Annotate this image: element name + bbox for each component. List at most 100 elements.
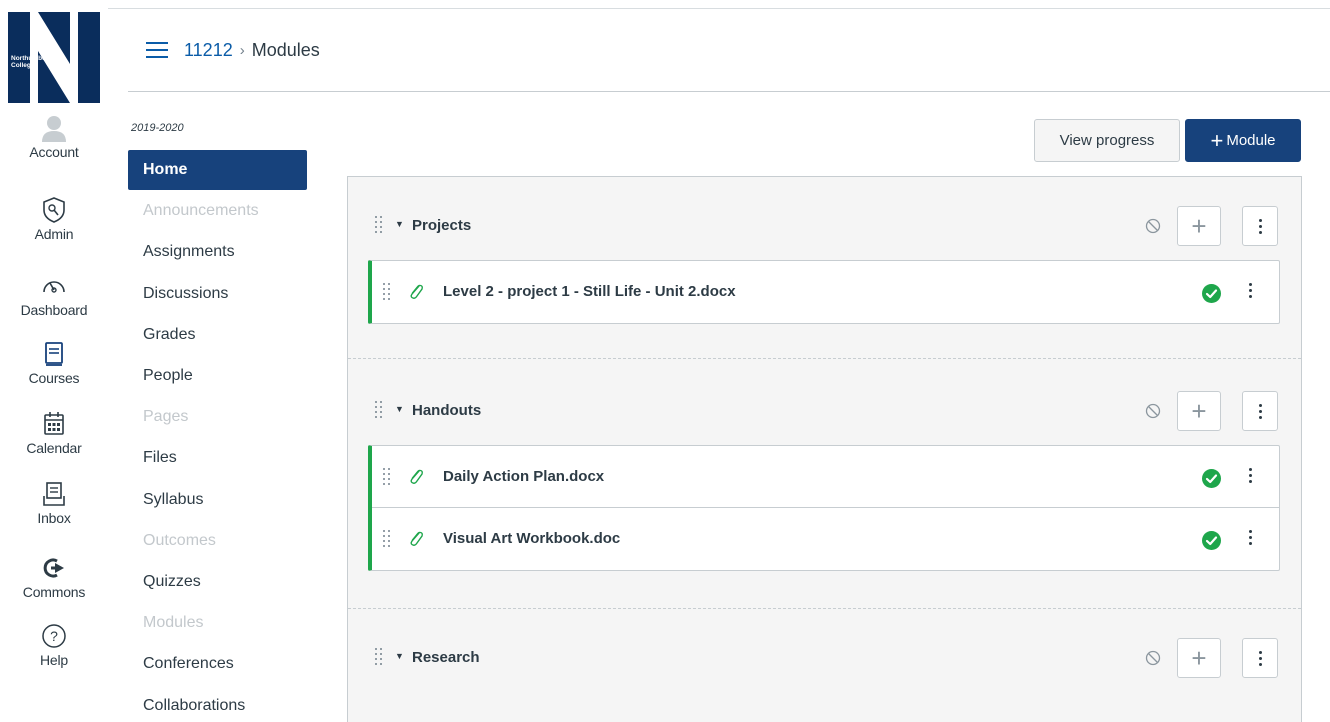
kebab-menu-icon [1258, 218, 1262, 234]
module-options-button[interactable] [1242, 206, 1278, 246]
course-nav-pages: Pages [143, 408, 189, 426]
module-item-row[interactable]: Daily Action Plan.docx [372, 446, 1279, 508]
inbox-icon [43, 482, 65, 506]
module-item-title[interactable]: Level 2 - project 1 - Still Life - Unit … [443, 283, 736, 300]
drag-handle-icon[interactable] [375, 401, 385, 419]
add-module-label: Module [1226, 132, 1276, 149]
course-nav-quizzes[interactable]: Quizzes [128, 562, 307, 602]
paperclip-icon [410, 284, 423, 299]
published-check-icon[interactable] [1202, 469, 1221, 488]
module-options-button[interactable] [1242, 391, 1278, 431]
course-nav-modules: Modules [143, 614, 204, 632]
course-nav-syllabus[interactable]: Syllabus [128, 480, 307, 520]
global-nav-help[interactable]: ? Help [0, 622, 108, 668]
admin-shield-icon [43, 197, 65, 223]
course-term: 2019-2020 [131, 122, 184, 134]
collapse-caret-icon[interactable]: ▼ [395, 404, 404, 414]
svg-text:?: ? [50, 628, 58, 644]
global-nav-commons[interactable]: Commons [0, 554, 108, 600]
modules-area: ▼ Projects + Level 2 - project 1 - Still Li… [347, 176, 1302, 722]
course-nav-outcomes: Outcomes [143, 531, 216, 549]
page-header: 11212 › Modules [128, 0, 1330, 92]
module-item-list: Level 2 - project 1 - Still Life - Unit … [368, 260, 1280, 324]
view-progress-button[interactable]: View progress [1034, 119, 1180, 162]
module-item-title[interactable]: Daily Action Plan.docx [443, 468, 604, 485]
module-item-list: Daily Action Plan.docx Visual Art Workboo… [368, 445, 1280, 571]
module-item-row[interactable]: Level 2 - project 1 - Still Life - Unit … [372, 261, 1279, 323]
global-nav-dashboard[interactable]: Dashboard [0, 272, 108, 318]
view-progress-label: View progress [1059, 132, 1155, 149]
calendar-icon [44, 412, 64, 435]
add-module-button[interactable]: + Module [1185, 119, 1301, 162]
global-nav-calendar[interactable]: Calendar [0, 410, 108, 456]
unpublished-icon[interactable] [1145, 403, 1161, 419]
kebab-menu-icon [1258, 650, 1262, 666]
drag-handle-icon[interactable] [383, 283, 393, 301]
collapse-caret-icon[interactable]: ▼ [395, 651, 404, 661]
global-nav-label: Admin [34, 226, 74, 242]
module-header-handouts[interactable]: ▼ Handouts + [348, 390, 1301, 436]
global-nav-label: Account [29, 144, 79, 160]
global-nav-label: Calendar [26, 440, 82, 456]
course-nav-conferences[interactable]: Conferences [128, 644, 307, 684]
published-check-icon[interactable] [1202, 531, 1221, 550]
global-nav-label: Commons [22, 584, 86, 600]
module-divider [348, 608, 1301, 609]
add-item-button[interactable]: + [1177, 638, 1221, 678]
unpublished-icon[interactable] [1145, 218, 1161, 234]
unpublished-icon[interactable] [1145, 650, 1161, 666]
course-nav-discussions[interactable]: Discussions [128, 274, 307, 314]
course-nav-grades[interactable]: Grades [128, 315, 307, 355]
commons-arrow-icon [43, 558, 64, 578]
breadcrumb-course-link[interactable]: 11212 [184, 40, 233, 61]
help-question-icon: ? [42, 624, 66, 648]
add-item-button[interactable]: + [1177, 206, 1221, 246]
global-nav-label: Inbox [37, 510, 71, 526]
global-nav-inbox[interactable]: Inbox [0, 480, 108, 526]
logo-text: Northumberland College [11, 55, 62, 69]
hamburger-menu-icon[interactable] [146, 42, 168, 60]
global-nav-admin[interactable]: Admin [0, 196, 108, 242]
published-check-icon[interactable] [1202, 284, 1221, 303]
paperclip-icon [410, 531, 423, 546]
collapse-caret-icon[interactable]: ▼ [395, 219, 404, 229]
global-nav-account[interactable]: Account [0, 114, 108, 160]
breadcrumb-separator: › [239, 42, 245, 59]
global-nav-label: Help [40, 652, 68, 668]
module-title: Research [412, 649, 480, 666]
global-nav-label: Dashboard [20, 302, 88, 318]
module-title: Projects [412, 217, 472, 234]
drag-handle-icon[interactable] [383, 530, 393, 548]
plus-icon: + [1210, 127, 1224, 153]
module-item-title[interactable]: Visual Art Workbook.doc [443, 530, 620, 547]
module-options-button[interactable] [1242, 638, 1278, 678]
user-avatar-icon [42, 116, 66, 142]
course-nav-collaborations[interactable]: Collaborations [128, 686, 307, 722]
paperclip-icon [410, 469, 423, 484]
drag-handle-icon[interactable] [375, 648, 385, 666]
module-title: Handouts [412, 402, 482, 419]
breadcrumb: 11212 › Modules [184, 40, 320, 61]
global-navigation: Northumberland College Account Admin Das… [0, 0, 108, 722]
book-icon [45, 342, 63, 366]
item-kebab-menu-icon[interactable] [1249, 530, 1253, 546]
course-nav-assignments[interactable]: Assignments [128, 232, 307, 272]
global-nav-label: Courses [28, 370, 80, 386]
course-nav-home[interactable]: Home [128, 150, 307, 190]
global-nav-courses[interactable]: Courses [0, 340, 108, 386]
course-nav-files[interactable]: Files [128, 438, 307, 478]
course-nav-people[interactable]: People [128, 356, 307, 396]
item-kebab-menu-icon[interactable] [1249, 468, 1253, 484]
add-item-button[interactable]: + [1177, 391, 1221, 431]
college-logo[interactable]: Northumberland College [8, 12, 100, 103]
module-header-research[interactable]: ▼ Research + [348, 637, 1301, 683]
module-divider [348, 358, 1301, 359]
drag-handle-icon[interactable] [383, 468, 393, 486]
module-header-projects[interactable]: ▼ Projects + [348, 205, 1301, 251]
speedometer-icon [43, 281, 65, 293]
breadcrumb-current: Modules [251, 40, 320, 60]
module-item-row[interactable]: Visual Art Workbook.doc [372, 508, 1279, 570]
item-kebab-menu-icon[interactable] [1249, 283, 1253, 299]
kebab-menu-icon [1258, 403, 1262, 419]
drag-handle-icon[interactable] [375, 216, 385, 234]
